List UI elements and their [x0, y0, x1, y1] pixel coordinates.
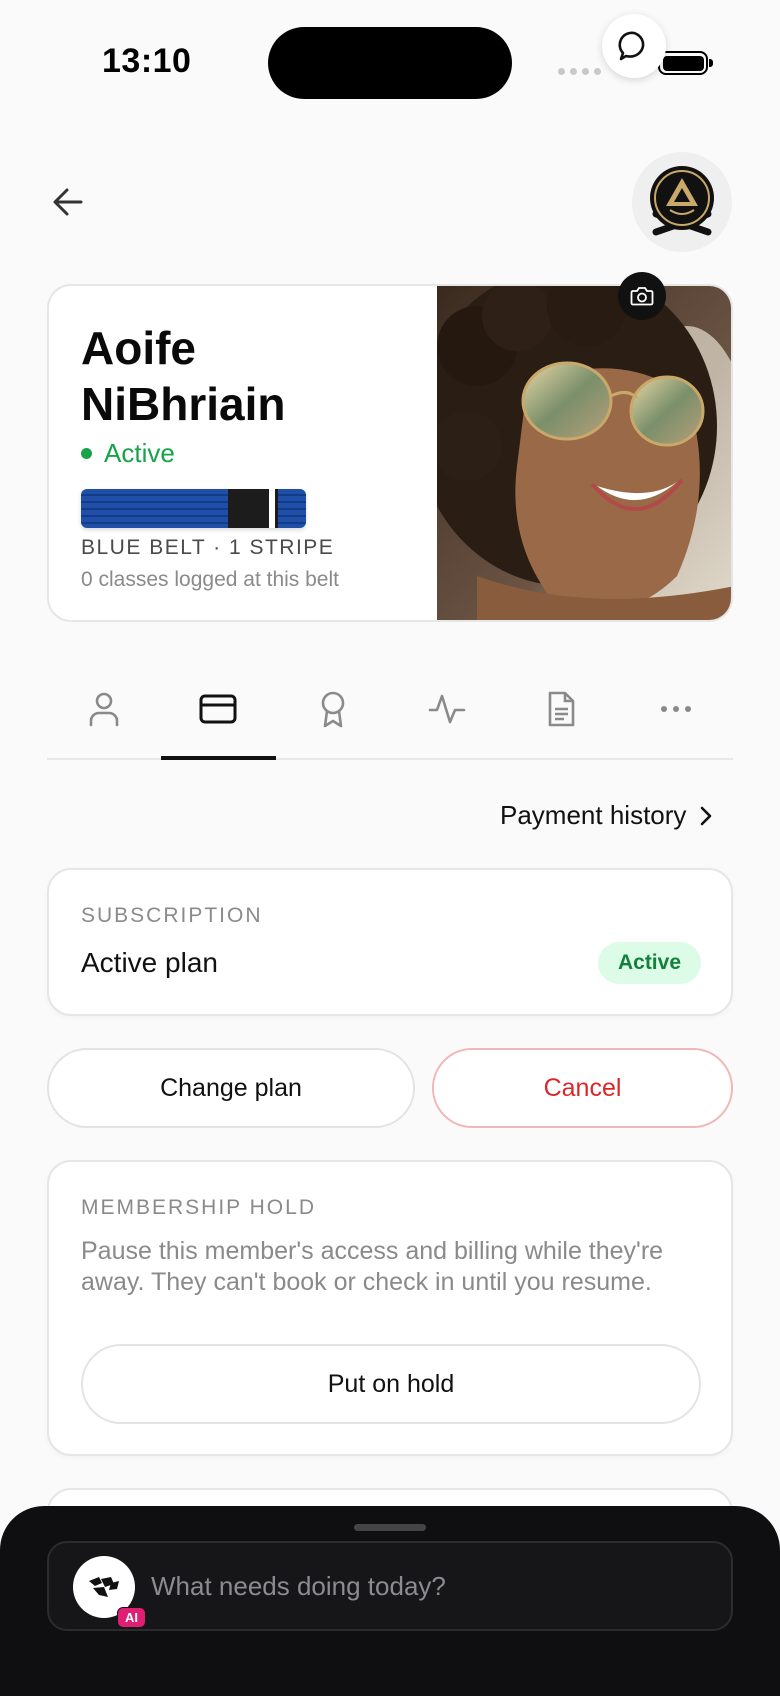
credit-card-icon — [199, 694, 237, 724]
chevron-right-icon — [701, 806, 712, 825]
tab-more[interactable] — [619, 660, 733, 758]
payment-history-label: Payment history — [500, 800, 687, 830]
subscription-section-label: SUBSCRIPTION — [81, 904, 263, 927]
ai-prompt-placeholder: What needs doing today? — [151, 1571, 446, 1601]
belt-stripe — [269, 489, 275, 528]
ai-prompt-input[interactable]: AI What needs doing today? — [47, 1541, 733, 1631]
profile-tabs — [47, 660, 733, 760]
plan-title: Active plan — [81, 947, 218, 978]
activity-icon — [428, 694, 466, 724]
subscription-card: SUBSCRIPTION Active plan Active — [47, 868, 733, 1016]
camera-icon — [630, 287, 654, 306]
tab-profile[interactable] — [47, 660, 161, 758]
sheet-grabber[interactable] — [354, 1524, 426, 1531]
ai-assistant-sheet: AI What needs doing today? — [0, 1506, 780, 1696]
member-status-label: Active — [104, 438, 175, 468]
cellular-signal-icon — [558, 68, 601, 75]
change-plan-button[interactable]: Change plan — [47, 1048, 415, 1128]
member-status: Active — [81, 438, 175, 469]
chat-bubble-icon — [618, 31, 645, 61]
member-name: Aoife NiBhriain — [81, 322, 286, 430]
membership-hold-card: MEMBERSHIP HOLD Pause this member's acce… — [47, 1160, 733, 1456]
cancel-button[interactable]: Cancel — [432, 1048, 733, 1128]
dynamic-island — [268, 27, 512, 99]
more-icon — [660, 706, 691, 712]
gym-logo[interactable] — [632, 152, 732, 252]
message-button[interactable] — [602, 14, 666, 78]
tab-documents[interactable] — [504, 660, 618, 758]
status-badge: Active — [597, 942, 701, 984]
person-icon — [89, 692, 119, 727]
belt-label: BLUE BELT · 1 STRIPE — [81, 536, 335, 559]
ai-chip: AI — [117, 1607, 146, 1628]
battery-icon — [658, 51, 713, 75]
payment-history-link[interactable]: Payment history — [500, 800, 712, 831]
status-dot-icon — [81, 448, 92, 459]
gym-crest-icon — [650, 166, 714, 236]
membership-hold-description: Pause this member's access and billing w… — [81, 1237, 664, 1296]
ai-logo-icon — [89, 1577, 119, 1597]
document-icon — [549, 691, 575, 727]
tab-activity[interactable] — [390, 660, 504, 758]
member-photo-image — [437, 286, 731, 620]
award-icon — [321, 691, 345, 728]
member-photo[interactable] — [437, 286, 731, 620]
arrow-left-icon — [53, 188, 83, 216]
belt-rank-graphic — [81, 489, 306, 528]
put-on-hold-button[interactable]: Put on hold — [81, 1344, 701, 1424]
membership-hold-section-label: MEMBERSHIP HOLD — [81, 1196, 316, 1219]
change-photo-button[interactable] — [618, 272, 666, 320]
back-button[interactable] — [46, 180, 90, 224]
status-time: 13:10 — [102, 42, 192, 80]
status-bar: 13:10 — [0, 0, 780, 120]
belt-classes-count: 0 classes logged at this belt — [81, 568, 339, 591]
tab-achievements[interactable] — [276, 660, 390, 758]
member-profile-card: Aoife NiBhriain Active BLUE BELT · 1 STR… — [47, 284, 733, 622]
tab-billing[interactable] — [161, 660, 276, 760]
